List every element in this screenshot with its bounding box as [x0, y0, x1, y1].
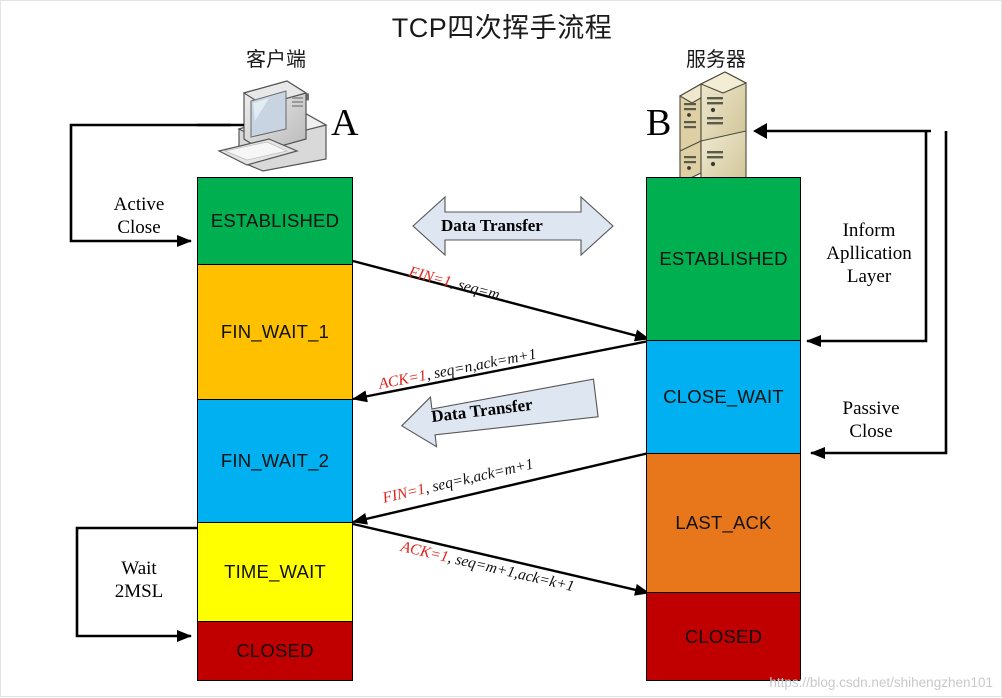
wait-2msl-line-2: 2MSL [114, 581, 164, 603]
message-arrow-fin-1 [352, 259, 650, 342]
client-state-closed: CLOSED [197, 621, 353, 681]
inform-app-line-1: Inform [842, 220, 896, 241]
server-letter: B [646, 102, 672, 144]
server-state-last-ack: LAST_ACK [646, 453, 801, 593]
server-rack-icon [678, 71, 748, 192]
server-state-close-wait: CLOSE_WAIT [646, 340, 801, 454]
client-state-time-wait: TIME_WAIT [197, 522, 353, 622]
client-state-fin-wait-2: FIN_WAIT_2 [197, 399, 353, 523]
annotation-passive-close: Passive Close [813, 397, 929, 443]
annotation-inform-application-layer: Inform Apllication Layer [811, 219, 927, 289]
client-state-established: ESTABLISHED [197, 177, 353, 265]
page-title: TCP四次挥手流程 [391, 13, 613, 43]
watermark: https://blog.csdn.net/shihengzhen101 [769, 675, 993, 690]
diagram-canvas: TCP四次挥手流程 客户端 A 服务器 B ESTABLISHED FIN_WA… [0, 0, 1002, 697]
passive-close-line-2: Close [849, 421, 893, 443]
inform-app-line-3: Layer [846, 266, 892, 288]
active-close-line-1: Active [113, 194, 165, 215]
annotation-active-close: Active Close [84, 193, 194, 239]
annotation-wait-2msl: Wait 2MSL [84, 557, 194, 603]
inform-app-line-2: Apllication [826, 243, 912, 265]
wait-2msl-line-1: Wait [121, 558, 157, 579]
active-close-line-2: Close [117, 217, 161, 239]
client-state-fin-wait-1: FIN_WAIT_1 [197, 264, 353, 400]
message-arrow-ack-2 [352, 522, 650, 596]
client-caption: 客户端 [246, 49, 306, 71]
client-letter: A [331, 102, 359, 144]
server-caption: 服务器 [686, 49, 746, 71]
data-transfer-label-1: Data Transfer [441, 216, 543, 235]
server-state-established: ESTABLISHED [646, 177, 801, 341]
server-state-closed: CLOSED [646, 592, 801, 681]
passive-close-line-1: Passive [842, 398, 900, 419]
